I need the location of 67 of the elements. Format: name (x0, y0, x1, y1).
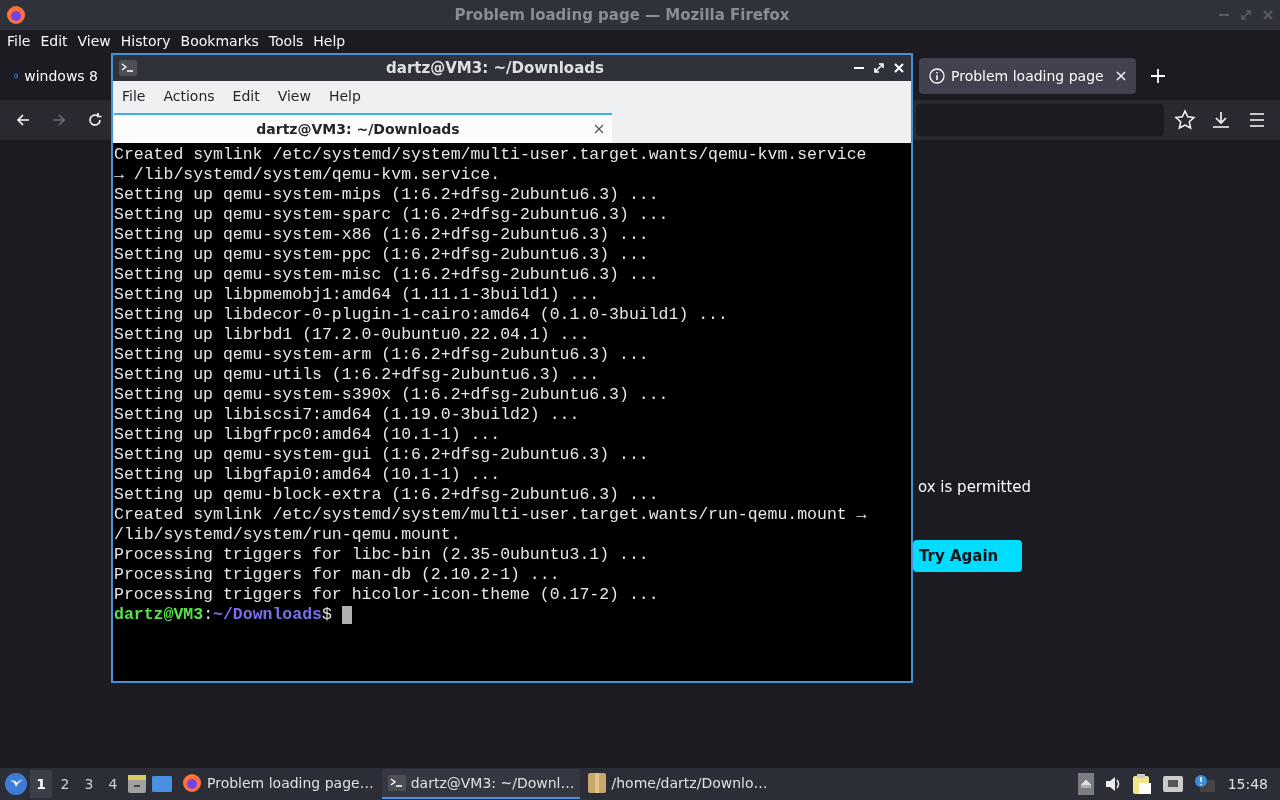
taskbar-button[interactable]: Problem loading page… (176, 769, 380, 799)
menu-item[interactable]: Help (308, 33, 351, 49)
terminal-output-line: Setting up libgfapi0:amd64 (10.1-1) ... (114, 465, 501, 485)
terminal-icon (387, 775, 406, 791)
start-menu-icon[interactable] (4, 772, 28, 796)
terminal-output-line: Processing triggers for libc-bin (2.35-0ubuntu3.1) ... (114, 545, 649, 565)
terminal-output-line: Setting up qemu-system-arm (1:6.2+dfsg-2ubuntu6.3) ... (114, 345, 649, 365)
menu-item[interactable]: Help (321, 88, 364, 104)
file-cabinet-icon[interactable] (126, 773, 148, 795)
browser-tab[interactable]: Problem loading page (919, 58, 1136, 94)
terminal-output-line: Setting up libiscsi7:amd64 (1.19.0-3build2) ... (114, 405, 580, 425)
clipboard-icon[interactable] (1131, 773, 1152, 795)
terminal-output-line: Setting up qemu-utils (1:6.2+dfsg-2ubuntu6.3) ... (114, 365, 600, 385)
network-icon[interactable] (1161, 775, 1184, 793)
firefox-icon (6, 5, 26, 25)
close-icon[interactable] (594, 124, 604, 134)
clock: 15:48 (1226, 776, 1269, 792)
taskbar-button[interactable]: dartz@VM3: ~/Downl… (381, 769, 581, 799)
terminal-icon (119, 60, 137, 76)
workspace-switch[interactable]: 1 (30, 770, 52, 798)
menu-item[interactable]: Actions (156, 88, 218, 104)
window-title: Problem loading page — Mozilla Firefox (453, 6, 791, 24)
package-icon (588, 773, 607, 793)
firefox-icon (182, 773, 202, 793)
terminal-output-line: Setting up libgfrpc0:amd64 (10.1-1) ... (114, 425, 501, 445)
error-message: ox is permitted (918, 478, 1032, 496)
text-cursor (341, 606, 352, 624)
volume-icon[interactable] (1103, 775, 1122, 793)
eject-icon[interactable] (1077, 773, 1094, 795)
terminal-output-line: Setting up qemu-system-ppc (1:6.2+dfsg-2ubuntu6.3) ... (114, 245, 649, 265)
terminal-output-line: Setting up qemu-system-mips (1:6.2+dfsg-2ubuntu6.3) ... (114, 185, 659, 205)
menu-item[interactable]: Tools (263, 33, 309, 49)
menu-item[interactable]: Edit (35, 33, 73, 49)
terminal-output-line: /lib/systemd/system/run-qemu.mount. (114, 525, 461, 545)
taskbar-button[interactable]: /home/dartz/Downlo… (582, 769, 774, 799)
shell-prompt: dartz@VM3:~/Downloads$ (114, 605, 332, 625)
terminal-output-line: Setting up qemu-system-x86 (1:6.2+dfsg-2ubuntu6.3) ... (114, 225, 649, 245)
terminal-output-line: Created symlink /etc/systemd/system/multi-user.target.wants/qemu-kvm.service (114, 145, 867, 165)
menu-item[interactable]: View (270, 88, 314, 104)
terminal-output-line: Setting up qemu-block-extra (1:6.2+dfsg-2ubuntu6.3) ... (114, 485, 659, 505)
terminal-output-line: Processing triggers for man-db (2.10.2-1) ... (114, 565, 560, 585)
update-icon[interactable] (1193, 774, 1216, 794)
terminal-output-line: Setting up libdecor-0-plugin-1-cairo:amd64 (0.1.0-3build1) ... (114, 305, 728, 325)
desktop-icon[interactable] (150, 773, 174, 795)
workspace-switch[interactable]: 3 (78, 770, 100, 798)
terminal-output-line: Setting up qemu-system-sparc (1:6.2+dfsg-2ubuntu6.3) ... (114, 205, 669, 225)
menu-item[interactable]: History (115, 33, 176, 49)
terminal-output-line: Processing triggers for hicolor-icon-theme (0.17-2) ... (114, 585, 659, 605)
terminal-output-line: Created symlink /etc/systemd/system/multi-user.target.wants/run-qemu.mount → (114, 505, 867, 525)
menu-item[interactable]: Edit (225, 88, 263, 104)
info-icon (929, 68, 945, 84)
try-again-button[interactable]: Try Again (913, 540, 1023, 572)
terminal-output-line: Setting up qemu-system-misc (1:6.2+dfsg-2ubuntu6.3) ... (114, 265, 659, 285)
terminal-output-line: Setting up librbd1 (17.2.0-0ubuntu0.22.04.1) ... (114, 325, 590, 345)
terminal-output-line: → /lib/systemd/system/qemu-kvm.service. (114, 165, 501, 185)
menu-item[interactable]: View (72, 33, 116, 49)
terminal-output-line: Setting up libpmemobj1:amd64 (1.11.1-3build1) ... (114, 285, 600, 305)
terminal-output-line: Setting up qemu-system-gui (1:6.2+dfsg-2ubuntu6.3) ... (114, 445, 649, 465)
terminal-tab[interactable]: dartz@VM3: ~/Downloads (114, 113, 612, 143)
menu-item[interactable]: Bookmarks (175, 33, 264, 49)
menu-item[interactable]: File (2, 33, 36, 49)
workspace-switch[interactable]: 2 (54, 770, 76, 798)
workspace-switch[interactable]: 4 (102, 770, 124, 798)
window-title: dartz@VM3: ~/Downloads (385, 59, 605, 77)
browser-tab[interactable]: windows 8 (4, 58, 108, 94)
terminal-output-line: Setting up qemu-system-s390x (1:6.2+dfsg-2ubuntu6.3) ... (114, 385, 669, 405)
menu-item[interactable]: File (115, 88, 149, 104)
